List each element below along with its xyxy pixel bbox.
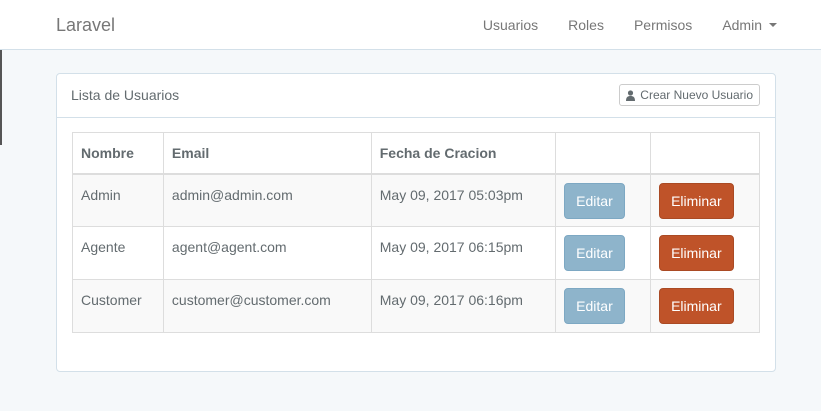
cell-email: customer@customer.com	[162, 279, 372, 333]
navbar: Laravel Usuarios Roles Permisos Admin	[0, 0, 821, 50]
table-row: Agente agent@agent.com May 09, 2017 06:1…	[72, 226, 760, 280]
nav-links: Usuarios Roles Permisos Admin	[453, 0, 777, 50]
cell-edit: Editar	[555, 279, 652, 333]
panel-heading: Lista de Usuarios Crear Nuevo Usuario	[57, 74, 775, 118]
user-icon	[626, 89, 636, 101]
nav-link-roles[interactable]: Roles	[568, 17, 604, 33]
cell-date: May 09, 2017 06:15pm	[370, 226, 557, 280]
delete-button[interactable]: Eliminar	[659, 235, 734, 271]
panel-title: Lista de Usuarios	[71, 87, 180, 103]
users-panel: Lista de Usuarios Crear Nuevo Usuario No…	[56, 73, 776, 372]
cell-name: Customer	[72, 279, 164, 333]
nav-link-usuarios[interactable]: Usuarios	[483, 17, 538, 33]
cell-name: Admin	[72, 173, 164, 227]
delete-button[interactable]: Eliminar	[659, 288, 734, 324]
cell-date: May 09, 2017 05:03pm	[370, 173, 557, 227]
table-header-row: Nombre Email Fecha de Cracion	[72, 132, 760, 175]
caret-down-icon	[769, 23, 777, 27]
header-edit-column	[555, 132, 652, 175]
window-edge	[0, 50, 2, 145]
cell-delete: Eliminar	[650, 173, 760, 227]
create-user-label: Crear Nuevo Usuario	[640, 88, 753, 102]
cell-name: Agente	[72, 226, 164, 280]
edit-button[interactable]: Editar	[564, 288, 625, 324]
cell-email: admin@admin.com	[162, 173, 372, 227]
user-menu-dropdown[interactable]: Admin	[722, 17, 777, 33]
header-fecha: Fecha de Cracion	[370, 132, 557, 175]
delete-button[interactable]: Eliminar	[659, 182, 734, 219]
create-user-button[interactable]: Crear Nuevo Usuario	[619, 84, 760, 106]
brand-logo[interactable]: Laravel	[56, 15, 115, 36]
header-nombre: Nombre	[72, 132, 164, 175]
table-row: Admin admin@admin.com May 09, 2017 05:03…	[72, 173, 760, 227]
cell-delete: Eliminar	[650, 226, 760, 280]
edit-button[interactable]: Editar	[564, 182, 625, 219]
cell-email: agent@agent.com	[162, 226, 372, 280]
cell-date: May 09, 2017 06:16pm	[370, 279, 557, 333]
header-email: Email	[162, 132, 372, 175]
users-table: Nombre Email Fecha de Cracion Admin admi…	[72, 132, 760, 333]
user-menu-label: Admin	[722, 17, 762, 33]
table-row: Customer customer@customer.com May 09, 2…	[72, 279, 760, 333]
cell-edit: Editar	[555, 226, 652, 280]
header-delete-column	[650, 132, 760, 175]
nav-link-permisos[interactable]: Permisos	[634, 17, 692, 33]
edit-button[interactable]: Editar	[564, 235, 625, 271]
cell-edit: Editar	[555, 173, 652, 227]
cell-delete: Eliminar	[650, 279, 760, 333]
